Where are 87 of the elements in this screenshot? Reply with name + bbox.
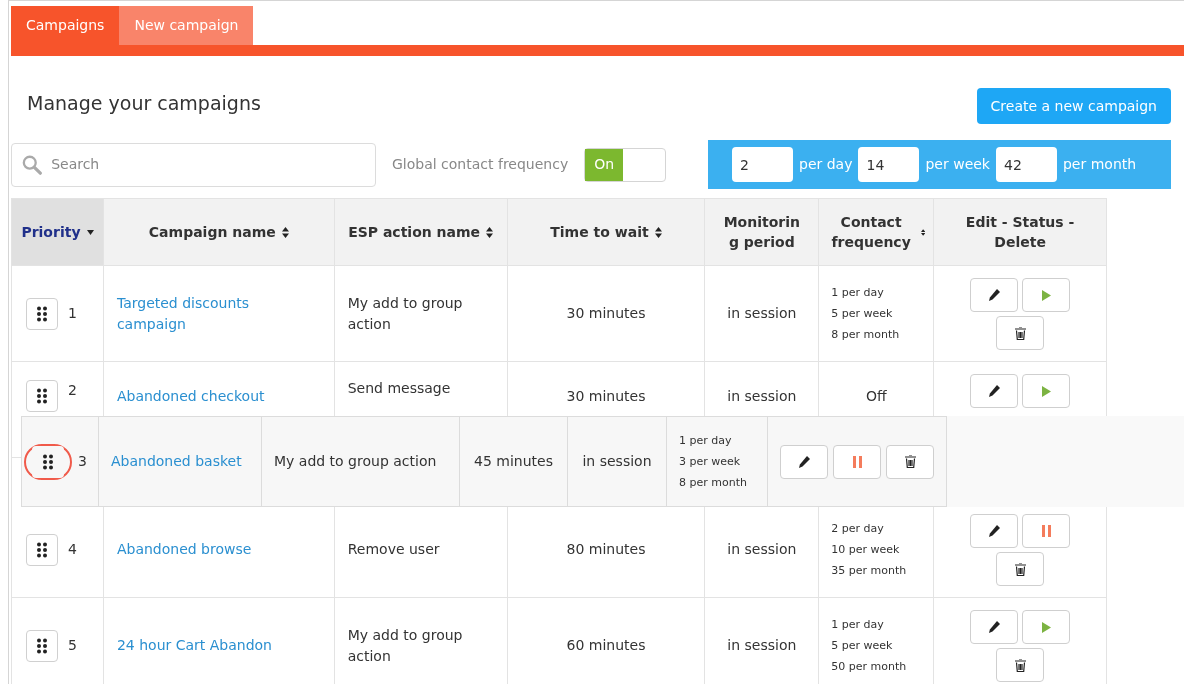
esp-action-text: My add to group action: [347, 625, 464, 666]
monitoring-text: in session: [727, 636, 797, 655]
toggle-knob: On: [585, 148, 624, 181]
wait-time-text: 60 minutes: [566, 636, 646, 655]
page-title: Manage your campaigns: [27, 90, 261, 116]
drag-dots-icon: [43, 453, 53, 470]
column-header[interactable]: Time to wait: [550, 222, 649, 242]
esp-action-text: Remove user: [347, 540, 440, 559]
search-icon: [22, 153, 43, 176]
pencil-icon: [988, 525, 1001, 537]
trash-icon: [1014, 658, 1026, 672]
edit-button[interactable]: [970, 278, 1019, 312]
limit-unit-label: per week: [925, 155, 990, 174]
wait-time-text: 80 minutes: [566, 540, 646, 559]
monitoring-text: in session: [727, 540, 797, 559]
limit-input[interactable]: 42: [995, 147, 1057, 182]
global-frequency-label: Global contact frequency: [392, 155, 569, 174]
esp-action-text: My add to group action: [274, 452, 437, 471]
pencil-icon: [988, 621, 1001, 633]
drag-handle[interactable]: [26, 629, 58, 662]
wait-time-text: 45 minutes: [474, 452, 553, 471]
frequency-text: 35 per month: [831, 563, 907, 579]
search-input[interactable]: Search: [51, 154, 365, 175]
column-header[interactable]: Campaign name: [148, 222, 276, 242]
limit-unit-label: per day: [799, 155, 853, 174]
frequency-text: 1 per day: [679, 433, 732, 449]
pause-icon: [1041, 525, 1051, 537]
drag-handle[interactable]: [26, 297, 58, 330]
pencil-icon: [798, 455, 810, 468]
limit-unit-label: per month: [1062, 155, 1137, 174]
delete-button[interactable]: [886, 444, 934, 479]
drag-handle[interactable]: [26, 533, 58, 566]
pause-icon: [852, 455, 862, 468]
wait-time-text: 30 minutes: [566, 387, 646, 406]
pause-button[interactable]: [833, 444, 881, 479]
wait-time-text: 30 minutes: [566, 304, 646, 323]
priority-number: 3: [78, 452, 87, 471]
edit-button[interactable]: [970, 514, 1019, 548]
trash-icon: [904, 455, 916, 468]
frequency-text: 1 per day: [831, 285, 884, 301]
frequency-text: 8 per month: [831, 327, 900, 343]
column-header[interactable]: Priority: [21, 222, 81, 242]
drag-handle[interactable]: [32, 445, 64, 478]
frequency-text: 5 per week: [831, 638, 893, 654]
campaign-link[interactable]: Targeted discounts campaign: [116, 292, 321, 335]
play-icon: [1041, 621, 1051, 633]
limit-input[interactable]: 2: [732, 147, 793, 182]
esp-action-text: My add to group action: [347, 293, 464, 334]
frequency-text: 50 per month: [831, 659, 907, 675]
frequency-text: Off: [865, 387, 887, 406]
trash-icon: [1014, 326, 1026, 340]
edit-button[interactable]: [970, 610, 1019, 644]
drag-dots-icon: [37, 305, 47, 322]
delete-button[interactable]: [996, 552, 1045, 586]
play-icon: [1041, 385, 1051, 397]
campaign-link[interactable]: Abandoned browse: [116, 539, 252, 560]
search-field[interactable]: Search: [11, 142, 376, 187]
frequency-text: 3 per week: [679, 454, 741, 470]
drag-dots-icon: [37, 388, 47, 404]
drag-handle[interactable]: [26, 380, 58, 412]
edit-button[interactable]: [780, 444, 828, 479]
frequency-text: 1 per day: [831, 617, 884, 633]
campaign-link[interactable]: Abandoned checkout: [116, 386, 265, 407]
priority-number: 1: [68, 304, 77, 323]
delete-button[interactable]: [996, 648, 1045, 682]
frequency-text: 5 per week: [831, 306, 893, 322]
edit-button[interactable]: [970, 374, 1019, 408]
drag-dots-icon: [37, 637, 47, 654]
monitoring-text: in session: [582, 452, 652, 471]
monitoring-text: in session: [727, 387, 797, 406]
pencil-icon: [988, 385, 1001, 397]
pencil-icon: [988, 289, 1001, 301]
limit-input[interactable]: 14: [858, 147, 920, 182]
frequency-text: 10 per week: [831, 542, 900, 558]
dragged-row[interactable]: 3 Abandoned basket My add to group action 45 minutes in session 1 per day 3 per week 8 per month: [21, 416, 1184, 507]
esp-action-text: Send message: [347, 379, 451, 398]
delete-button[interactable]: [996, 316, 1045, 350]
drag-dots-icon: [37, 541, 47, 558]
frequency-text: 8 per month: [679, 475, 747, 491]
priority-number: 4: [68, 540, 77, 559]
campaign-link[interactable]: 24 hour Cart Abandon: [116, 635, 272, 656]
monitoring-text: in session: [727, 304, 797, 323]
trash-icon: [1014, 562, 1026, 576]
frequency-text: 2 per day: [831, 521, 884, 537]
play-icon: [1041, 289, 1051, 301]
priority-number: 5: [68, 636, 77, 655]
priority-number: 2: [68, 381, 77, 400]
